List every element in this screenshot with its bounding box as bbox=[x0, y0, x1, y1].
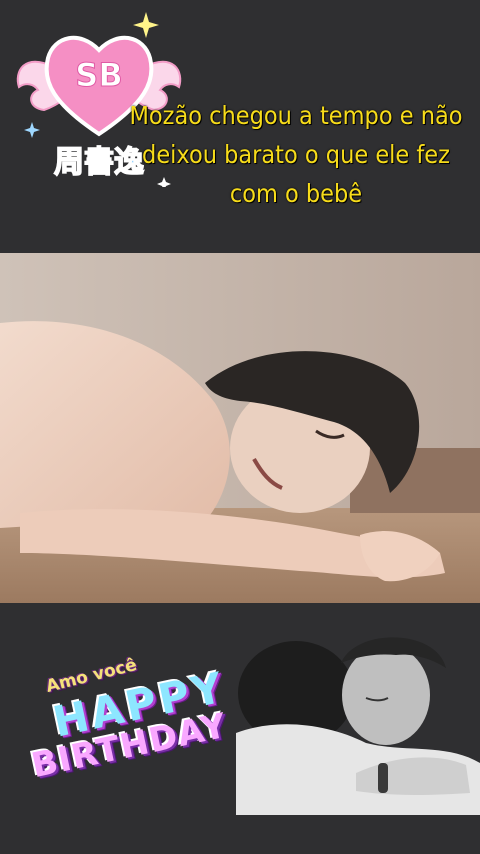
logo-badge-text: SB bbox=[75, 56, 122, 94]
caption-line-1: Mozão chegou a tempo e não bbox=[129, 101, 463, 130]
caption-line-3: com o bebê bbox=[229, 179, 363, 208]
caption-line-2: deixou barato o que ele fez bbox=[142, 140, 450, 169]
caption: Mozão chegou a tempo e não deixou barato… bbox=[112, 96, 480, 213]
hug-photo bbox=[236, 623, 480, 815]
main-photo bbox=[0, 253, 480, 603]
